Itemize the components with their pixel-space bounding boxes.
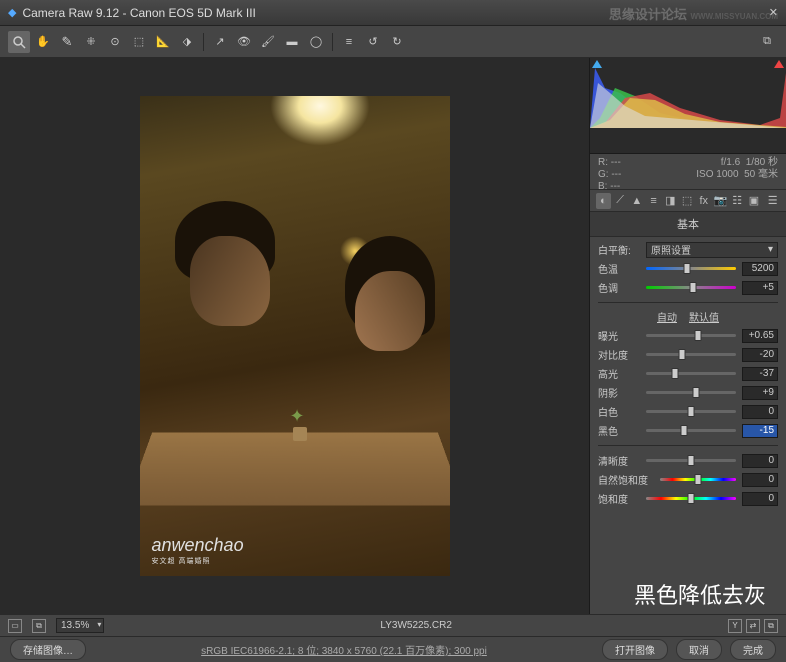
redeye-tool-icon[interactable]: 👁: [233, 31, 255, 53]
exposure-value[interactable]: +0.65: [742, 329, 778, 343]
tab-snapshots-icon[interactable]: ▣: [747, 193, 762, 209]
tab-detail-icon[interactable]: ▲: [629, 193, 644, 209]
chevron-down-icon: ▾: [768, 244, 773, 255]
tab-hsl-icon[interactable]: ≡: [646, 193, 661, 209]
basic-panel: 白平衡: 原照设置▾ 色温5200 色调+5 自动默认值 曝光+0.65 对比度…: [590, 237, 786, 614]
tint-value[interactable]: +5: [742, 281, 778, 295]
shadow-clip-icon[interactable]: [592, 60, 602, 68]
default-link[interactable]: 默认值: [689, 309, 719, 324]
vibrance-value[interactable]: 0: [742, 473, 778, 487]
preview-area[interactable]: anwenchao 安文超 高端婚照: [0, 58, 590, 614]
graduated-filter-icon[interactable]: ▬: [281, 31, 303, 53]
blacks-slider[interactable]: [646, 424, 736, 437]
rotate-cw-icon[interactable]: ↻: [386, 31, 408, 53]
rotate-ccw-icon[interactable]: ↺: [362, 31, 384, 53]
exposure-slider[interactable]: [646, 329, 736, 342]
preferences-icon[interactable]: ≡: [338, 31, 360, 53]
open-button[interactable]: 打开图像: [602, 639, 668, 660]
tab-presets-icon[interactable]: ☷: [730, 193, 745, 209]
tint-slider[interactable]: [646, 281, 736, 294]
view-compare-icon[interactable]: ⧉: [32, 619, 46, 633]
annotation-text: 黑色降低去灰: [634, 578, 766, 610]
tab-camera-icon[interactable]: 📷: [713, 193, 728, 209]
window-title: Camera Raw 9.12 - Canon EOS 5D Mark III: [22, 6, 255, 20]
contrast-slider[interactable]: [646, 348, 736, 361]
view-single-icon[interactable]: ▭: [8, 619, 22, 633]
before-after-y-icon[interactable]: Y: [728, 619, 742, 633]
workflow-link[interactable]: sRGB IEC61966-2.1; 8 位; 3840 x 5760 (22.…: [94, 642, 594, 657]
clarity-slider[interactable]: [646, 454, 736, 467]
panel-title: 基本: [590, 212, 786, 237]
separator: [332, 33, 333, 51]
crop-tool-icon[interactable]: ⬚: [128, 31, 150, 53]
saturation-slider[interactable]: [646, 492, 736, 505]
wb-dropdown[interactable]: 原照设置▾: [646, 242, 778, 258]
filename: LY3W5225.CR2: [114, 620, 718, 631]
hand-tool-icon[interactable]: ✋: [32, 31, 54, 53]
highlight-clip-icon[interactable]: [774, 60, 784, 68]
zoom-tool-icon[interactable]: [8, 31, 30, 53]
before-after-swap-icon[interactable]: ⇄: [746, 619, 760, 633]
before-after-copy-icon[interactable]: ⧉: [764, 619, 778, 633]
page-watermark: 思缘设计论坛 WWW.MISSYUAN.COM: [609, 4, 778, 23]
highlights-value[interactable]: -37: [742, 367, 778, 381]
photo-watermark: anwenchao 安文超 高端婚照: [152, 535, 244, 566]
whites-value[interactable]: 0: [742, 405, 778, 419]
histogram[interactable]: [590, 58, 786, 154]
target-adjust-icon[interactable]: ⊙: [104, 31, 126, 53]
shadows-value[interactable]: +9: [742, 386, 778, 400]
preview-toggle-icon[interactable]: ⧉: [756, 31, 778, 53]
tab-fx-icon[interactable]: fx: [696, 193, 711, 209]
done-button[interactable]: 完成: [730, 639, 776, 660]
whites-slider[interactable]: [646, 405, 736, 418]
spot-removal-icon[interactable]: ↗: [209, 31, 231, 53]
statusbar: ▭ ⧉ 13.5% LY3W5225.CR2 Y ⇄ ⧉: [0, 614, 786, 636]
contrast-value[interactable]: -20: [742, 348, 778, 362]
save-button[interactable]: 存储图像…: [10, 639, 86, 660]
auto-link[interactable]: 自动: [657, 309, 677, 324]
shadows-slider[interactable]: [646, 386, 736, 399]
photo-preview: anwenchao 安文超 高端婚照: [140, 96, 450, 576]
wb-label: 白平衡:: [598, 242, 640, 257]
exif-info: R: --- G: --- B: --- f/1.6 1/80 秒 ISO 10…: [590, 154, 786, 190]
separator: [203, 33, 204, 51]
tab-lens-icon[interactable]: ⬚: [680, 193, 695, 209]
wb-tool-icon[interactable]: ✎: [56, 31, 78, 53]
straighten-tool-icon[interactable]: 📐: [152, 31, 174, 53]
panel-tabs: ◐ ⟋ ▲ ≡ ◨ ⬚ fx 📷 ☷ ▣ ☰: [590, 190, 786, 212]
side-panel: R: --- G: --- B: --- f/1.6 1/80 秒 ISO 10…: [590, 58, 786, 614]
tab-basic-icon[interactable]: ◐: [596, 193, 611, 209]
temp-slider[interactable]: [646, 262, 736, 275]
temp-value[interactable]: 5200: [742, 262, 778, 276]
clarity-value[interactable]: 0: [742, 454, 778, 468]
app-icon: ◆: [8, 6, 16, 19]
adjustment-brush-icon[interactable]: 🖌: [257, 31, 279, 53]
toolbar: ✋ ✎ ⁜ ⊙ ⬚ 📐 ⬗ ↗ 👁 🖌 ▬ ◯ ≡ ↺ ↻ ⧉: [0, 26, 786, 58]
blacks-value[interactable]: -15: [742, 424, 778, 438]
color-sampler-icon[interactable]: ⁜: [80, 31, 102, 53]
zoom-select[interactable]: 13.5%: [56, 618, 104, 633]
saturation-value[interactable]: 0: [742, 492, 778, 506]
tab-curve-icon[interactable]: ⟋: [613, 193, 628, 209]
highlights-slider[interactable]: [646, 367, 736, 380]
panel-menu-icon[interactable]: ☰: [765, 193, 780, 209]
vibrance-slider[interactable]: [660, 473, 736, 486]
radial-filter-icon[interactable]: ◯: [305, 31, 327, 53]
tab-split-icon[interactable]: ◨: [663, 193, 678, 209]
transform-tool-icon[interactable]: ⬗: [176, 31, 198, 53]
cancel-button[interactable]: 取消: [676, 639, 722, 660]
